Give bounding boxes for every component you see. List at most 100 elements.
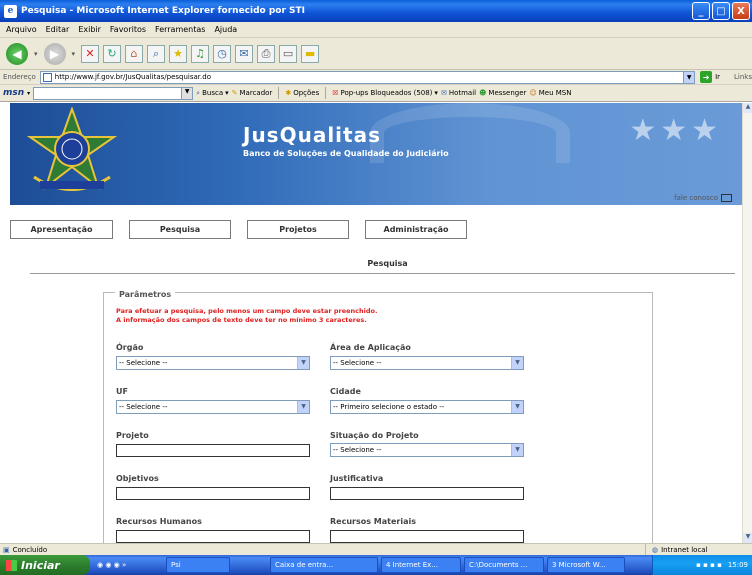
- hotmail-icon: ✉: [440, 89, 447, 97]
- separator: [325, 87, 327, 99]
- minimize-button[interactable]: _: [692, 2, 710, 20]
- window-title: Pesquisa - Microsoft Internet Explorer f…: [21, 6, 306, 16]
- forward-icon[interactable]: ▶: [43, 42, 66, 65]
- chevron-down-icon[interactable]: ▼: [181, 87, 193, 99]
- area-select[interactable]: -- Selecione -- ▼: [330, 356, 524, 370]
- chevron-down-icon[interactable]: ▼: [297, 357, 309, 369]
- msn-logo[interactable]: msn: [3, 88, 24, 98]
- start-button[interactable]: Iniciar: [0, 555, 90, 575]
- quicklaunch: ◉ ◉ ◉ »: [93, 557, 163, 573]
- address-input[interactable]: http://www.jf.gov.br/JusQualitas/pesquis…: [39, 70, 696, 84]
- folder-icon[interactable]: ▬: [301, 44, 320, 63]
- clock: 15:09: [727, 561, 748, 569]
- go-arrow-icon[interactable]: ➜: [700, 71, 713, 83]
- nav-administracao[interactable]: Administração: [365, 220, 467, 239]
- chevron-down-icon[interactable]: ▼: [511, 357, 523, 369]
- go-button[interactable]: Ir: [715, 73, 720, 81]
- popup-blocker-icon: ☒: [332, 89, 339, 97]
- mail-icon[interactable]: ✉: [235, 44, 254, 63]
- orgao-select[interactable]: -- Selecione -- ▼: [116, 356, 310, 370]
- task-documents[interactable]: C:\Documents ...: [464, 557, 544, 573]
- chevron-down-icon[interactable]: ▼: [511, 401, 523, 413]
- menu-ajuda[interactable]: Ajuda: [214, 25, 237, 34]
- busca-icon: ⌕: [196, 88, 201, 97]
- separator: [278, 87, 280, 99]
- busca-dropdown-icon[interactable]: ▾: [225, 89, 229, 97]
- title-bar: e Pesquisa - Microsoft Internet Explorer…: [0, 0, 752, 22]
- stop-icon[interactable]: ✕: [81, 44, 100, 63]
- address-label: Endereço: [3, 73, 36, 81]
- home-icon[interactable]: ⌂: [125, 44, 144, 63]
- meumsn-button[interactable]: Meu MSN: [539, 89, 572, 97]
- menu-bar: Arquivo Editar Exibir Favoritos Ferramen…: [0, 22, 752, 38]
- task-internet[interactable]: 4 Internet Ex...: [381, 557, 461, 573]
- tray-icons[interactable]: ▪ ▪ ▪ ▪: [696, 561, 722, 569]
- nav-projetos[interactable]: Projetos: [247, 220, 349, 239]
- status-page-icon: ▣: [3, 545, 10, 554]
- objetivos-input[interactable]: [116, 487, 310, 500]
- warning-line-1: Para efetuar a pesquisa, pelo menos um c…: [116, 307, 378, 315]
- scroll-down-icon[interactable]: ▼: [743, 533, 752, 543]
- messenger-button[interactable]: Messenger: [488, 89, 526, 97]
- scroll-up-icon[interactable]: ▲: [743, 103, 752, 113]
- nav-pesquisa[interactable]: Pesquisa: [129, 220, 231, 239]
- justificativa-input[interactable]: [330, 487, 524, 500]
- situacao-value: -- Selecione --: [333, 446, 382, 454]
- taskbar: Iniciar ◉ ◉ ◉ » Psi Caixa de entra... 4 …: [0, 555, 752, 575]
- busca-button[interactable]: Busca: [202, 89, 223, 97]
- hotmail-button[interactable]: Hotmail: [449, 89, 476, 97]
- task-psi[interactable]: Psi: [166, 557, 230, 573]
- site-title: JusQualitas: [243, 123, 381, 147]
- area-label: Área de Aplicação: [330, 343, 411, 352]
- uf-value: -- Selecione --: [119, 403, 168, 411]
- marcador-button[interactable]: Marcador: [240, 89, 273, 97]
- history-icon[interactable]: ◷: [213, 44, 232, 63]
- print-icon[interactable]: ⎙: [257, 44, 276, 63]
- menu-ferramentas[interactable]: Ferramentas: [155, 25, 205, 34]
- popups-button[interactable]: Pop-ups Bloqueados (508): [341, 89, 433, 97]
- rm-input[interactable]: [330, 530, 524, 543]
- toolbar: ◀ ▾ ▶ ▾ ✕ ↻ ⌂ ⌕ ★ ♫ ◷ ✉ ⎙ ▭ ▬: [0, 38, 752, 70]
- warning-line-2: A informação dos campos de texto deve te…: [116, 316, 367, 324]
- chevron-down-icon[interactable]: ▼: [683, 71, 695, 83]
- popups-dropdown-icon[interactable]: ▾: [434, 89, 438, 97]
- cidade-select[interactable]: -- Primeiro selecione o estado -- ▼: [330, 400, 524, 414]
- back-dropdown-icon[interactable]: ▾: [34, 50, 38, 58]
- close-button[interactable]: X: [732, 2, 750, 20]
- links-button[interactable]: Links: [734, 73, 752, 81]
- refresh-icon[interactable]: ↻: [103, 44, 122, 63]
- vertical-scrollbar[interactable]: ▲ ▼: [742, 103, 752, 543]
- envelope-icon[interactable]: [721, 194, 732, 202]
- situacao-label: Situação do Projeto: [330, 431, 419, 440]
- msn-search-input[interactable]: ▼: [33, 86, 194, 100]
- quicklaunch-icons[interactable]: ◉ ◉ ◉ »: [97, 561, 126, 569]
- projeto-input[interactable]: [116, 444, 310, 457]
- search-icon[interactable]: ⌕: [147, 44, 166, 63]
- intranet-icon: ◍: [652, 546, 659, 554]
- uf-select[interactable]: -- Selecione -- ▼: [116, 400, 310, 414]
- task-word[interactable]: 3 Microsoft W...: [547, 557, 625, 573]
- maximize-button[interactable]: □: [712, 2, 730, 20]
- forward-dropdown-icon[interactable]: ▾: [72, 50, 76, 58]
- media-icon[interactable]: ♫: [191, 44, 210, 63]
- brasil-coat-of-arms-icon: [26, 107, 118, 191]
- menu-favoritos[interactable]: Favoritos: [110, 25, 146, 34]
- nav-apresentacao[interactable]: Apresentação: [10, 220, 113, 239]
- menu-arquivo[interactable]: Arquivo: [6, 25, 37, 34]
- contact-link[interactable]: fale conosco: [674, 194, 732, 202]
- menu-exibir[interactable]: Exibir: [78, 25, 101, 34]
- highlighter-icon: ✎: [231, 89, 238, 97]
- msn-dropdown-icon[interactable]: ▾: [27, 90, 30, 97]
- chevron-down-icon[interactable]: ▼: [511, 444, 523, 456]
- menu-editar[interactable]: Editar: [46, 25, 70, 34]
- back-icon[interactable]: ◀: [6, 42, 28, 65]
- contact-label[interactable]: fale conosco: [674, 194, 718, 202]
- task-caixa[interactable]: Caixa de entra...: [270, 557, 378, 573]
- opcoes-button[interactable]: Opções: [293, 89, 319, 97]
- rh-input[interactable]: [116, 530, 310, 543]
- favorites-icon[interactable]: ★: [169, 44, 188, 63]
- messenger-icon: ☻: [479, 89, 487, 97]
- edit-icon[interactable]: ▭: [279, 44, 298, 63]
- chevron-down-icon[interactable]: ▼: [297, 401, 309, 413]
- situacao-select[interactable]: -- Selecione -- ▼: [330, 443, 524, 457]
